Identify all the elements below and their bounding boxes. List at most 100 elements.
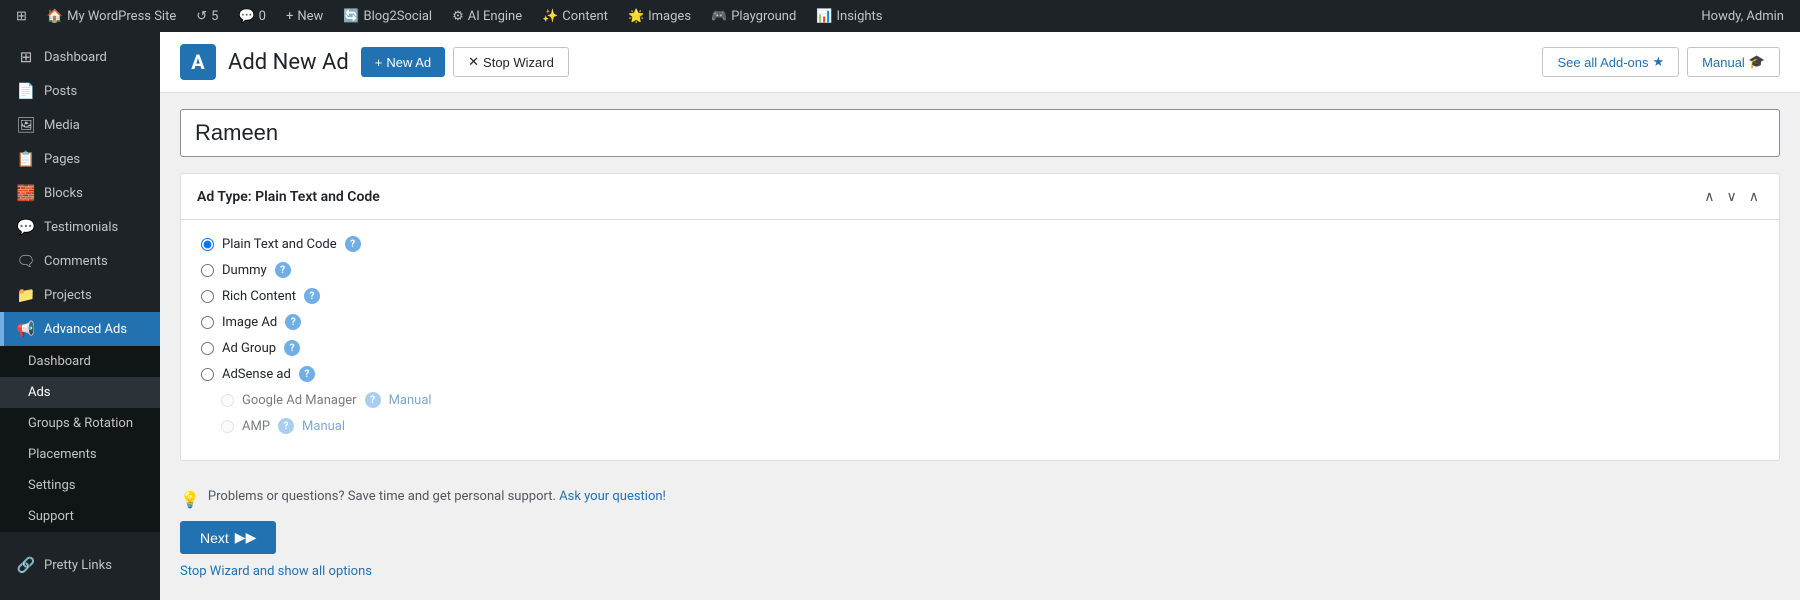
- sidebar-item-dashboard[interactable]: ⊞ Dashboard: [0, 40, 160, 74]
- sidebar-item-aa-groups[interactable]: Groups & Rotation: [0, 408, 160, 439]
- radio-google-ad-manager[interactable]: Google Ad Manager ? Manual: [201, 392, 1759, 408]
- help-icon-adsense[interactable]: ?: [299, 366, 315, 382]
- stop-wizard-button[interactable]: ✕ Stop Wizard: [453, 47, 569, 77]
- adminbar-ai-engine[interactable]: ⚙ AI Engine: [444, 0, 530, 32]
- arrow-icon: ▶▶: [235, 529, 257, 546]
- help-icon-ad-group[interactable]: ?: [284, 340, 300, 356]
- amp-manual-link[interactable]: Manual: [302, 419, 345, 434]
- adminbar-blog2social[interactable]: 🔄 Blog2Social: [335, 0, 440, 32]
- sidebar-item-aa-dashboard[interactable]: Dashboard: [0, 346, 160, 377]
- sidebar-item-aa-placements[interactable]: Placements: [0, 439, 160, 470]
- sidebar-item-pretty-links[interactable]: 🔗 Pretty Links: [0, 548, 160, 582]
- help-icon-dummy[interactable]: ?: [275, 262, 291, 278]
- radio-rich-content-input[interactable]: [201, 290, 214, 303]
- plus-icon: +: [375, 55, 383, 70]
- sidebar-item-aa-settings[interactable]: Settings: [0, 470, 160, 501]
- radio-adsense-input[interactable]: [201, 368, 214, 381]
- adminbar-images[interactable]: 🌟 Images: [620, 0, 699, 32]
- help-icon-image-ad[interactable]: ?: [285, 314, 301, 330]
- support-box: 💡 Problems or questions? Save time and g…: [180, 477, 1780, 521]
- adminbar-insights[interactable]: 📊 Insights: [808, 0, 890, 32]
- help-icon-google-ad-manager[interactable]: ?: [365, 392, 381, 408]
- see-addons-button[interactable]: See all Add-ons ★: [1542, 47, 1679, 77]
- content-icon: ✨: [542, 9, 558, 24]
- radio-dummy-label[interactable]: Dummy: [222, 263, 267, 278]
- radio-rich-content-label[interactable]: Rich Content: [222, 289, 296, 304]
- sidebar-item-testimonials[interactable]: 💬 Testimonials: [0, 210, 160, 244]
- panel-collapse-down[interactable]: ∨: [1723, 186, 1741, 207]
- new-ad-label: New Ad: [386, 55, 431, 70]
- radio-dummy-input[interactable]: [201, 264, 214, 277]
- sidebar-sub-label: Settings: [28, 478, 75, 493]
- stop-wizard-link[interactable]: Stop Wizard and show all options: [180, 564, 372, 579]
- panel-collapse-up[interactable]: ∧: [1700, 186, 1718, 207]
- media-icon: 🖼: [16, 116, 36, 134]
- radio-adsense-label[interactable]: AdSense ad: [222, 367, 291, 382]
- adminbar-user[interactable]: Howdy, Admin: [1693, 0, 1792, 32]
- adminbar-content[interactable]: ✨ Content: [534, 0, 616, 32]
- radio-ad-group[interactable]: Ad Group ?: [201, 340, 1759, 356]
- panel-hide[interactable]: ∧: [1745, 186, 1763, 207]
- radio-rich-content[interactable]: Rich Content ?: [201, 288, 1759, 304]
- sidebar-item-blocks[interactable]: 🧱 Blocks: [0, 176, 160, 210]
- radio-plain-text-label[interactable]: Plain Text and Code: [222, 237, 337, 252]
- sidebar-item-label: Media: [44, 118, 80, 133]
- adminbar-playground[interactable]: 🎮 Playground: [703, 0, 804, 32]
- sidebar-item-pages[interactable]: 📋 Pages: [0, 142, 160, 176]
- main-content: A Add New Ad + New Ad ✕ Stop Wizard See …: [160, 32, 1800, 600]
- pages-icon: 📋: [16, 150, 36, 168]
- radio-ad-group-input[interactable]: [201, 342, 214, 355]
- sidebar-item-label: Advanced Ads: [44, 322, 127, 337]
- sidebar-sub-label: Placements: [28, 447, 97, 462]
- sidebar-item-advanced-ads[interactable]: 📢 Advanced Ads: [0, 312, 160, 346]
- sidebar-item-label: Comments: [44, 254, 108, 269]
- adminbar-wp-logo[interactable]: ⊞: [8, 0, 35, 32]
- sidebar-item-aa-ads[interactable]: Ads: [0, 377, 160, 408]
- sidebar-item-posts[interactable]: 📄 Posts: [0, 74, 160, 108]
- manual-button[interactable]: Manual 🎓: [1687, 47, 1780, 77]
- posts-icon: 📄: [16, 82, 36, 100]
- sidebar-item-aa-support[interactable]: Support: [0, 501, 160, 532]
- radio-plain-text-input[interactable]: [201, 238, 214, 251]
- advanced-ads-icon: 📢: [16, 320, 36, 338]
- radio-plain-text[interactable]: Plain Text and Code ?: [201, 236, 1759, 252]
- radio-image-ad[interactable]: Image Ad ?: [201, 314, 1759, 330]
- page-header: A Add New Ad + New Ad ✕ Stop Wizard See …: [160, 32, 1800, 93]
- radio-image-ad-input[interactable]: [201, 316, 214, 329]
- next-button[interactable]: Next ▶▶: [180, 521, 276, 554]
- help-icon-rich-content[interactable]: ?: [304, 288, 320, 304]
- sidebar-sub-label: Dashboard: [28, 354, 91, 369]
- page-title: Add New Ad: [228, 50, 349, 75]
- new-ad-button[interactable]: + New Ad: [361, 47, 445, 77]
- help-icon-amp[interactable]: ?: [278, 418, 294, 434]
- radio-ad-group-label[interactable]: Ad Group: [222, 341, 276, 356]
- sidebar-item-media[interactable]: 🖼 Media: [0, 108, 160, 142]
- x-icon: ✕: [468, 54, 479, 70]
- page-header-actions: + New Ad ✕ Stop Wizard: [361, 47, 569, 77]
- radio-adsense[interactable]: AdSense ad ?: [201, 366, 1759, 382]
- sidebar-item-label: Posts: [44, 84, 77, 99]
- radio-amp[interactable]: AMP ? Manual: [201, 418, 1759, 434]
- adminbar-new[interactable]: + New: [278, 0, 331, 32]
- ad-name-input[interactable]: [180, 109, 1780, 157]
- radio-amp-input: [221, 420, 234, 433]
- google-ad-manager-manual-link[interactable]: Manual: [389, 393, 432, 408]
- support-text: Problems or questions? Save time and get…: [208, 489, 666, 504]
- sidebar-sub-label: Support: [28, 509, 74, 524]
- adminbar-site-name[interactable]: 🏠 My WordPress Site: [39, 0, 184, 32]
- ask-question-link[interactable]: Ask your question!: [559, 489, 666, 504]
- lightbulb-icon: 💡: [180, 490, 200, 509]
- star-icon: ★: [1653, 54, 1665, 70]
- radio-google-ad-manager-input: [221, 394, 234, 407]
- radio-image-ad-label[interactable]: Image Ad: [222, 315, 277, 330]
- sidebar-sub-menu: Dashboard Ads Groups & Rotation Placemen…: [0, 346, 160, 532]
- site-icon: 🏠: [47, 9, 63, 24]
- help-icon-plain-text[interactable]: ?: [345, 236, 361, 252]
- radio-dummy[interactable]: Dummy ?: [201, 262, 1759, 278]
- radio-google-ad-manager-label: Google Ad Manager: [242, 393, 357, 408]
- sidebar-item-comments[interactable]: 🗨 Comments: [0, 244, 160, 278]
- sidebar-item-projects[interactable]: 📁 Projects: [0, 278, 160, 312]
- plus-icon: +: [286, 9, 293, 24]
- adminbar-updates[interactable]: ↺ 5: [188, 0, 226, 32]
- adminbar-comments[interactable]: 💬 0: [230, 0, 274, 32]
